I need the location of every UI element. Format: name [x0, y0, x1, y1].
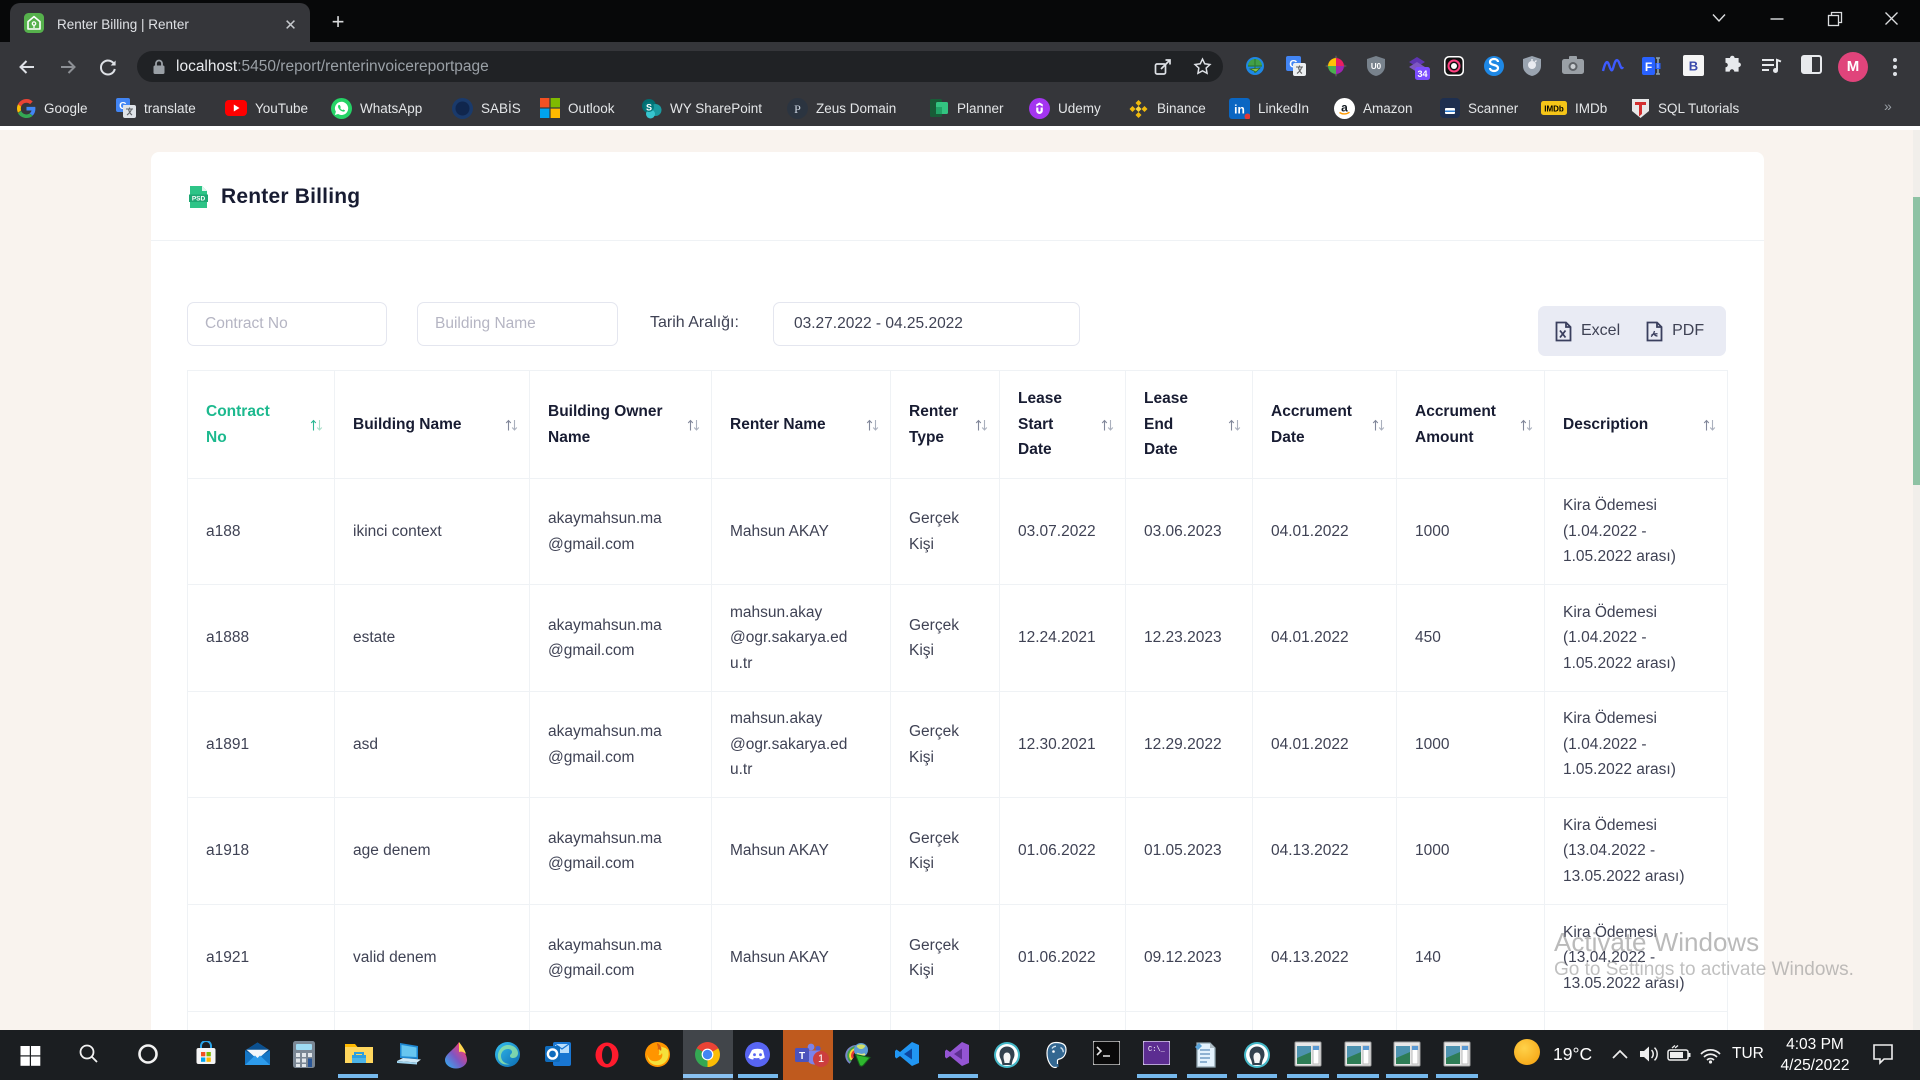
svg-text:C:\_: C:\_ — [1148, 1046, 1166, 1054]
svg-text:B: B — [1689, 59, 1698, 74]
svg-text:a: a — [1341, 100, 1348, 114]
svg-text:S: S — [646, 102, 652, 112]
svg-text:in: in — [1234, 102, 1245, 116]
svg-text:IMDb: IMDb — [1544, 105, 1564, 114]
svg-text:T: T — [799, 1051, 805, 1062]
svg-text:F: F — [1645, 60, 1652, 74]
svg-text:P: P — [794, 102, 801, 116]
svg-text:U0: U0 — [1371, 62, 1382, 71]
svg-text:34: 34 — [1417, 69, 1427, 79]
svg-text:PSD: PSD — [192, 196, 206, 203]
